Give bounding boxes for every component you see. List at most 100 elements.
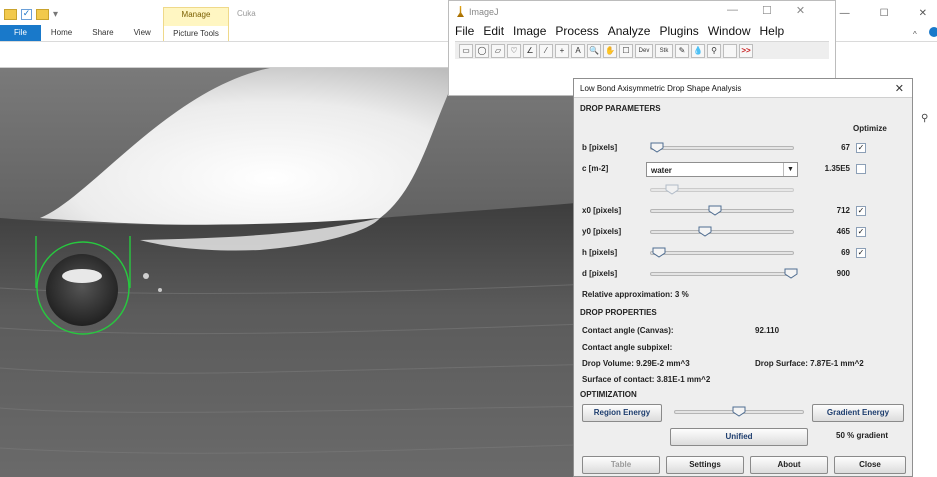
menu-window[interactable]: Window bbox=[708, 24, 751, 38]
region-energy-button[interactable]: Region Energy bbox=[582, 404, 662, 422]
dialog-title: Low Bond Axisymmetric Drop Shape Analysi… bbox=[580, 84, 742, 93]
param-x0-optimize-checkbox[interactable]: ✓ bbox=[856, 206, 866, 216]
drop-image-canvas[interactable] bbox=[0, 68, 612, 477]
drop-tool-icon[interactable]: 💧 bbox=[691, 44, 705, 58]
imagej-logo-icon bbox=[457, 6, 464, 17]
properties-check-icon[interactable]: ✓ bbox=[21, 9, 32, 20]
surface-of-contact: Surface of contact: 3.81E-1 mm^2 bbox=[582, 375, 711, 384]
explorer-window-title: Cuka bbox=[237, 9, 256, 18]
quick-access-toolbar: ✓ ▾ bbox=[4, 9, 58, 20]
contact-angle-subpixel: Contact angle subpixel: bbox=[582, 343, 673, 352]
param-c-slider[interactable] bbox=[650, 183, 794, 197]
gradient-energy-button[interactable]: Gradient Energy bbox=[812, 404, 904, 422]
param-b-optimize-checkbox[interactable]: ✓ bbox=[856, 143, 866, 153]
customize-chevron-icon[interactable]: ▾ bbox=[53, 9, 58, 20]
tab-home[interactable]: Home bbox=[41, 25, 82, 41]
slider-thumb[interactable] bbox=[652, 247, 666, 258]
param-y0-label: y0 [pixels] bbox=[582, 227, 622, 236]
tab-picture-tools[interactable]: Picture Tools bbox=[164, 26, 228, 42]
param-d-slider[interactable] bbox=[650, 267, 798, 281]
manage-label: Manage bbox=[181, 10, 211, 19]
imagej-window-controls: — ☐ ✕ bbox=[727, 4, 805, 17]
dialog-close-icon[interactable]: ✕ bbox=[895, 82, 904, 95]
param-x0-slider[interactable] bbox=[650, 204, 794, 218]
angle-tool-icon[interactable]: ∠ bbox=[523, 44, 537, 58]
settings-button[interactable]: Settings bbox=[666, 456, 744, 474]
menu-edit[interactable]: Edit bbox=[483, 24, 504, 38]
ribbon-collapse-icon[interactable]: ^ bbox=[913, 30, 917, 39]
imagej-toolbar: ▭ ◯ ▱ ♡ ∠ ⁄ + A 🔍 ✋ ☐ Dev Stk ✎ 💧 ⚲ >> bbox=[455, 41, 829, 59]
point-tool-icon[interactable]: + bbox=[555, 44, 569, 58]
param-h-slider[interactable] bbox=[650, 246, 794, 260]
slider-thumb[interactable] bbox=[650, 142, 664, 153]
pin-tool-icon[interactable]: ⚲ bbox=[707, 44, 721, 58]
stk-tool-icon[interactable]: Stk bbox=[655, 44, 673, 58]
param-x0-value: 712 bbox=[836, 206, 850, 215]
imagej-close-button[interactable]: ✕ bbox=[796, 4, 805, 17]
chevron-down-icon[interactable]: ▼ bbox=[783, 163, 797, 176]
slider-track bbox=[650, 272, 794, 276]
imagej-maximize-button[interactable]: ☐ bbox=[762, 4, 772, 17]
contact-angle-label: Contact angle (Canvas): bbox=[582, 326, 674, 335]
imagej-menubar: File Edit Image Process Analyze Plugins … bbox=[455, 24, 784, 38]
drop-volume: Drop Volume: 9.29E-2 mm^3 bbox=[582, 359, 690, 368]
slider-track bbox=[650, 209, 794, 213]
liquid-select[interactable]: water ▼ bbox=[646, 162, 798, 177]
about-button[interactable]: About bbox=[750, 456, 828, 474]
menu-file[interactable]: File bbox=[455, 24, 474, 38]
rectangle-tool-icon[interactable]: ▭ bbox=[459, 44, 473, 58]
slider-thumb[interactable] bbox=[698, 226, 712, 237]
magnifier-tool-icon[interactable]: 🔍 bbox=[587, 44, 601, 58]
blank-tool-icon[interactable] bbox=[723, 44, 737, 58]
close-dialog-button[interactable]: Close bbox=[834, 456, 906, 474]
slider-thumb[interactable] bbox=[732, 406, 746, 417]
slider-thumb[interactable] bbox=[665, 184, 679, 195]
param-y0-slider[interactable] bbox=[650, 225, 794, 239]
slider-track bbox=[650, 251, 794, 255]
brush-tool-icon[interactable]: ✎ bbox=[675, 44, 689, 58]
line-tool-icon[interactable]: ⁄ bbox=[539, 44, 553, 58]
folder-icon[interactable] bbox=[4, 9, 17, 20]
menu-help[interactable]: Help bbox=[760, 24, 785, 38]
optimization-heading: OPTIMIZATION bbox=[580, 390, 637, 399]
menu-image[interactable]: Image bbox=[513, 24, 546, 38]
energy-balance-slider[interactable] bbox=[674, 405, 804, 419]
tab-view[interactable]: View bbox=[124, 25, 161, 41]
manage-context-tab[interactable]: Manage Picture Tools bbox=[163, 7, 229, 42]
param-c-optimize-checkbox[interactable]: ✓ bbox=[856, 164, 866, 174]
tab-share[interactable]: Share bbox=[82, 25, 123, 41]
menu-plugins[interactable]: Plugins bbox=[659, 24, 698, 38]
oval-tool-icon[interactable]: ◯ bbox=[475, 44, 489, 58]
table-button[interactable]: Table bbox=[582, 456, 660, 474]
new-folder-icon[interactable] bbox=[36, 9, 49, 20]
param-c-label: c [m-2] bbox=[582, 164, 609, 173]
menu-analyze[interactable]: Analyze bbox=[608, 24, 651, 38]
more-tools-icon[interactable]: >> bbox=[739, 44, 753, 58]
param-b-slider[interactable] bbox=[650, 141, 794, 155]
menu-process[interactable]: Process bbox=[555, 24, 598, 38]
color-picker-icon[interactable]: ☐ bbox=[619, 44, 633, 58]
search-icon[interactable]: ⚲ bbox=[921, 113, 928, 124]
tab-file[interactable]: File bbox=[0, 25, 41, 41]
param-h-label: h [pixels] bbox=[582, 248, 618, 257]
param-d-label: d [pixels] bbox=[582, 269, 618, 278]
polygon-tool-icon[interactable]: ▱ bbox=[491, 44, 505, 58]
slider-thumb[interactable] bbox=[708, 205, 722, 216]
help-icon[interactable] bbox=[929, 27, 937, 37]
param-h-value: 69 bbox=[841, 248, 850, 257]
drop-photo bbox=[0, 68, 612, 477]
param-h-optimize-checkbox[interactable]: ✓ bbox=[856, 248, 866, 258]
unified-button[interactable]: Unified bbox=[670, 428, 808, 446]
param-y0-optimize-checkbox[interactable]: ✓ bbox=[856, 227, 866, 237]
slider-thumb[interactable] bbox=[784, 268, 798, 279]
hand-tool-icon[interactable]: ✋ bbox=[603, 44, 617, 58]
ribbon-tabs: File Home Share View bbox=[0, 25, 161, 41]
minimize-button[interactable]: — bbox=[840, 8, 850, 19]
imagej-minimize-button[interactable]: — bbox=[727, 4, 738, 17]
contact-angle-value: 92.110 bbox=[755, 326, 780, 335]
dev-tool-icon[interactable]: Dev bbox=[635, 44, 653, 58]
maximize-button[interactable]: ☐ bbox=[880, 8, 889, 19]
freehand-tool-icon[interactable]: ♡ bbox=[507, 44, 521, 58]
text-tool-icon[interactable]: A bbox=[571, 44, 585, 58]
close-button[interactable]: ✕ bbox=[919, 8, 927, 19]
